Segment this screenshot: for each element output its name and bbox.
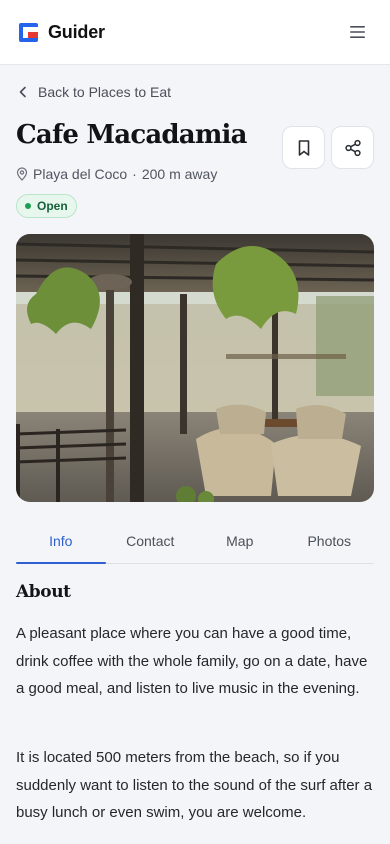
brand[interactable]: Guider — [19, 22, 105, 43]
back-link-label: Back to Places to Eat — [38, 84, 172, 100]
back-link[interactable]: Back to Places to Eat — [18, 81, 171, 103]
about-paragraph: It is located 500 meters from the beach,… — [16, 749, 373, 821]
share-button[interactable] — [331, 126, 374, 169]
status-badge: Open — [16, 194, 77, 218]
bookmark-button[interactable] — [282, 126, 325, 169]
detail-tabs: Info Contact Map Photos — [16, 524, 374, 564]
tab-info[interactable]: Info — [16, 524, 106, 564]
tab-photos[interactable]: Photos — [285, 524, 375, 563]
about-heading: About — [16, 582, 71, 602]
status-dot — [25, 203, 31, 209]
place-location: Playa del Coco — [33, 166, 128, 182]
place-actions — [282, 126, 374, 169]
cafe-terrace-image — [16, 234, 374, 502]
bookmark-icon — [298, 139, 309, 156]
place-photo[interactable] — [16, 234, 374, 502]
brand-name: Guider — [48, 21, 105, 42]
location-pin-icon — [16, 167, 28, 181]
tab-contact[interactable]: Contact — [106, 524, 196, 563]
tab-map[interactable]: Map — [195, 524, 285, 563]
guider-logo-icon — [19, 22, 38, 42]
page-title: Cafe Macadamia — [16, 120, 247, 150]
hamburger-menu-icon — [350, 26, 365, 38]
place-meta: Playa del Coco · 200 m away — [16, 164, 217, 184]
status-label: Open — [37, 199, 68, 213]
menu-button[interactable] — [346, 20, 370, 44]
chevron-left-icon — [19, 86, 26, 98]
meta-separator: · — [132, 166, 137, 182]
share-icon — [344, 139, 361, 156]
app-header: Guider — [0, 0, 390, 65]
about-paragraph: A pleasant place where you can have a go… — [16, 625, 368, 697]
place-distance: 200 m away — [141, 166, 218, 182]
